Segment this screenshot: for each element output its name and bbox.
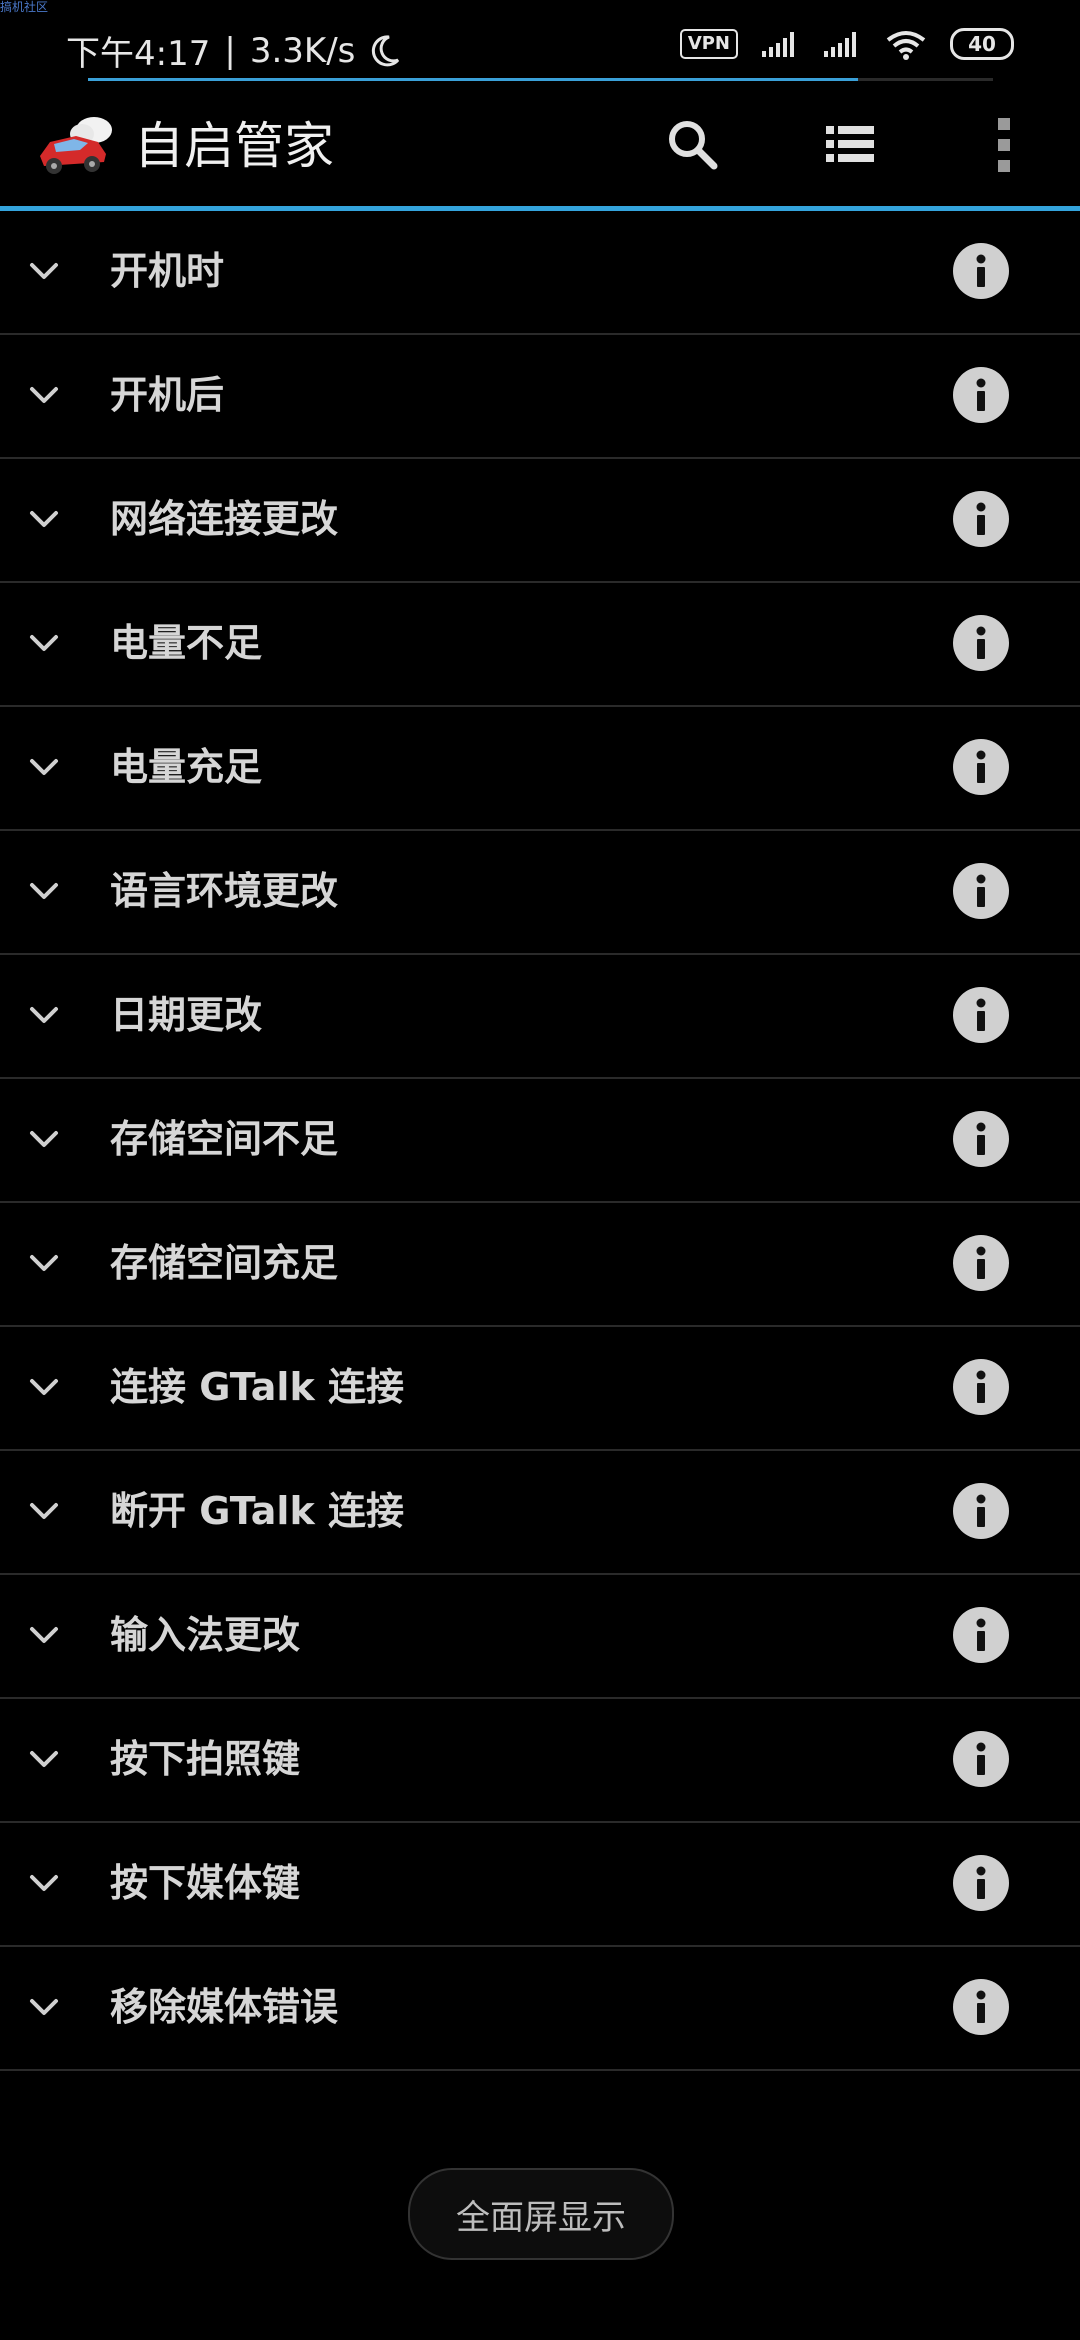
event-row[interactable]: 存储空间不足 — [0, 1079, 1080, 1203]
event-row[interactable]: 断开 GTalk 连接 — [0, 1451, 1080, 1575]
info-icon[interactable] — [951, 1481, 1011, 1541]
event-label: 按下媒体键 — [110, 1861, 301, 1905]
event-label: 断开 GTalk 连接 — [110, 1489, 404, 1533]
event-row[interactable]: 连接 GTalk 连接 — [0, 1327, 1080, 1451]
status-left: 下午4:17 | 3.3K/s — [66, 26, 401, 75]
event-label: 按下拍照键 — [110, 1737, 301, 1781]
event-label: 存储空间不足 — [110, 1117, 339, 1161]
event-label: 日期更改 — [110, 993, 263, 1037]
chevron-down-icon[interactable] — [24, 995, 64, 1035]
event-label: 电量不足 — [110, 621, 263, 665]
chevron-down-icon[interactable] — [24, 871, 64, 911]
more-vert-icon[interactable] — [970, 112, 1036, 178]
info-icon[interactable] — [951, 1605, 1011, 1665]
event-row[interactable]: 存储空间充足 — [0, 1203, 1080, 1327]
info-icon[interactable] — [951, 1977, 1011, 2037]
list-icon[interactable] — [816, 112, 882, 178]
info-icon[interactable] — [951, 613, 1011, 673]
event-row[interactable]: 日期更改 — [0, 955, 1080, 1079]
vpn-badge: VPN — [679, 29, 738, 59]
battery-icon: 40 — [950, 28, 1014, 60]
battery-level: 40 — [968, 32, 996, 56]
chevron-down-icon[interactable] — [24, 375, 64, 415]
signal-icon — [762, 32, 794, 57]
chevron-down-icon[interactable] — [24, 1987, 64, 2027]
event-row[interactable]: 按下媒体键 — [0, 1823, 1080, 1947]
search-icon[interactable] — [660, 112, 726, 178]
app-title: 自启管家 — [134, 117, 334, 175]
event-row[interactable]: 电量不足 — [0, 583, 1080, 707]
chevron-down-icon[interactable] — [24, 251, 64, 291]
info-icon[interactable] — [951, 365, 1011, 425]
loading-line — [88, 78, 858, 81]
fullscreen-display-label: 全面屏显示 — [456, 2197, 626, 2238]
status-separator: | — [224, 30, 236, 71]
chevron-down-icon[interactable] — [24, 623, 64, 663]
event-label: 开机时 — [110, 249, 225, 293]
status-net-speed: 3.3K/s — [249, 30, 356, 71]
signal-icon-2 — [824, 32, 856, 57]
info-icon[interactable] — [951, 1109, 1011, 1169]
event-row[interactable]: 语言环境更改 — [0, 831, 1080, 955]
chevron-down-icon[interactable] — [24, 1119, 64, 1159]
chevron-down-icon[interactable] — [24, 1243, 64, 1283]
info-icon[interactable] — [951, 1853, 1011, 1913]
event-label: 连接 GTalk 连接 — [110, 1365, 404, 1409]
event-label: 存储空间充足 — [110, 1241, 339, 1285]
info-icon[interactable] — [951, 241, 1011, 301]
info-icon[interactable] — [951, 1233, 1011, 1293]
chevron-down-icon[interactable] — [24, 1615, 64, 1655]
event-row[interactable]: 电量充足 — [0, 707, 1080, 831]
info-icon[interactable] — [951, 1357, 1011, 1417]
moon-icon — [372, 34, 400, 66]
chevron-down-icon[interactable] — [24, 1739, 64, 1779]
status-time: 下午4:17 — [66, 34, 211, 74]
event-label: 电量充足 — [110, 745, 263, 789]
status-bar: 下午4:17 | 3.3K/s VPN 40 — [0, 0, 1080, 82]
event-row[interactable]: 移除媒体错误 — [0, 1947, 1080, 2071]
app-logo-icon — [40, 117, 112, 174]
event-label: 语言环境更改 — [110, 869, 339, 913]
event-label: 输入法更改 — [110, 1613, 301, 1657]
fullscreen-display-button[interactable]: 全面屏显示 — [408, 2168, 674, 2260]
info-icon[interactable] — [951, 737, 1011, 797]
info-icon[interactable] — [951, 489, 1011, 549]
info-icon[interactable] — [951, 861, 1011, 921]
chevron-down-icon[interactable] — [24, 1863, 64, 1903]
event-list: 开机时开机后网络连接更改 电量不足电量充足语言环境更改 日期更改存储空间不足 存储空间… — [0, 211, 1080, 2071]
info-icon[interactable] — [951, 985, 1011, 1045]
event-row[interactable]: 输入法更改 — [0, 1575, 1080, 1699]
event-label: 开机后 — [110, 373, 225, 417]
event-row[interactable]: 网络连接更改 — [0, 459, 1080, 583]
event-label: 网络连接更改 — [110, 497, 339, 541]
chevron-down-icon[interactable] — [24, 499, 64, 539]
wifi-icon — [886, 31, 926, 60]
event-row[interactable]: 按下拍照键 — [0, 1699, 1080, 1823]
chevron-down-icon[interactable] — [24, 1491, 64, 1531]
app-bar: 自启管家 — [0, 82, 1080, 208]
event-label: 移除媒体错误 — [110, 1985, 339, 2029]
chevron-down-icon[interactable] — [24, 1367, 64, 1407]
event-row[interactable]: 开机时 — [0, 211, 1080, 335]
info-icon[interactable] — [951, 1729, 1011, 1789]
event-row[interactable]: 开机后 — [0, 335, 1080, 459]
chevron-down-icon[interactable] — [24, 747, 64, 787]
status-right: VPN 40 — [679, 28, 1014, 60]
loading-line-track — [858, 78, 993, 81]
